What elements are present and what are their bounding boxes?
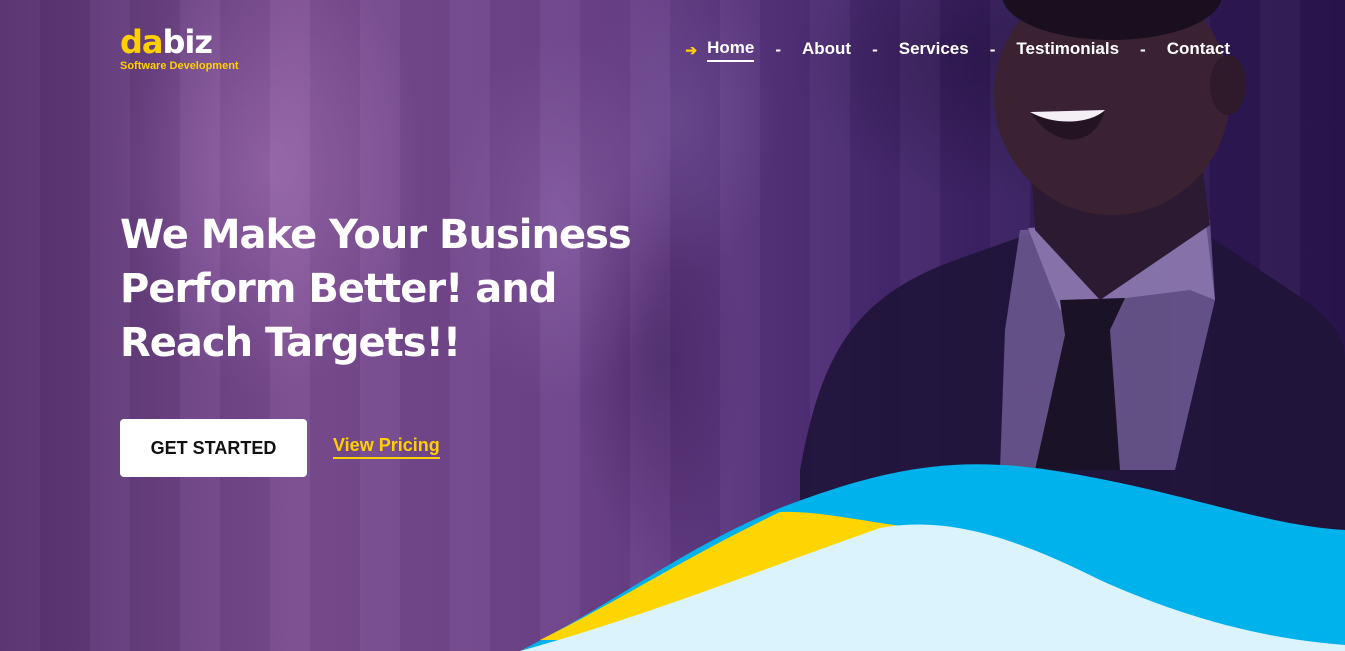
nav-link-home[interactable]: Home: [707, 38, 755, 62]
nav-link-testimonials[interactable]: Testimonials: [1016, 39, 1119, 61]
nav-separator: -: [1140, 40, 1146, 59]
nav-separator: -: [989, 40, 996, 59]
logo-part2: biz: [162, 23, 213, 61]
view-pricing-link[interactable]: View Pricing: [333, 435, 440, 459]
nav-link-about[interactable]: About: [802, 39, 851, 61]
nav-separator: -: [775, 40, 781, 59]
get-started-button[interactable]: GET STARTED: [120, 419, 307, 477]
nav-link-services[interactable]: Services: [899, 39, 969, 61]
nav-link-contact[interactable]: Contact: [1167, 39, 1230, 61]
headline-line-3: Reach Targets!!: [120, 320, 461, 366]
headline-line-1: We Make Your Business: [120, 212, 632, 258]
nav-separator: -: [872, 40, 878, 59]
hero-section: dabiz Software Development ➔ Home - Abou…: [0, 0, 1345, 651]
site-logo[interactable]: dabiz Software Development: [120, 26, 239, 72]
arrow-right-icon: ➔: [685, 41, 698, 58]
logo-wordmark: dabiz: [120, 26, 239, 58]
hero-headline: We Make Your Business Perform Better! an…: [120, 208, 640, 370]
logo-part1: da: [120, 23, 163, 61]
main-navigation: ➔ Home - About - Services - Testimonials…: [685, 38, 1230, 62]
logo-tagline: Software Development: [120, 60, 239, 72]
headline-line-2: Perform Better! and: [120, 266, 557, 312]
